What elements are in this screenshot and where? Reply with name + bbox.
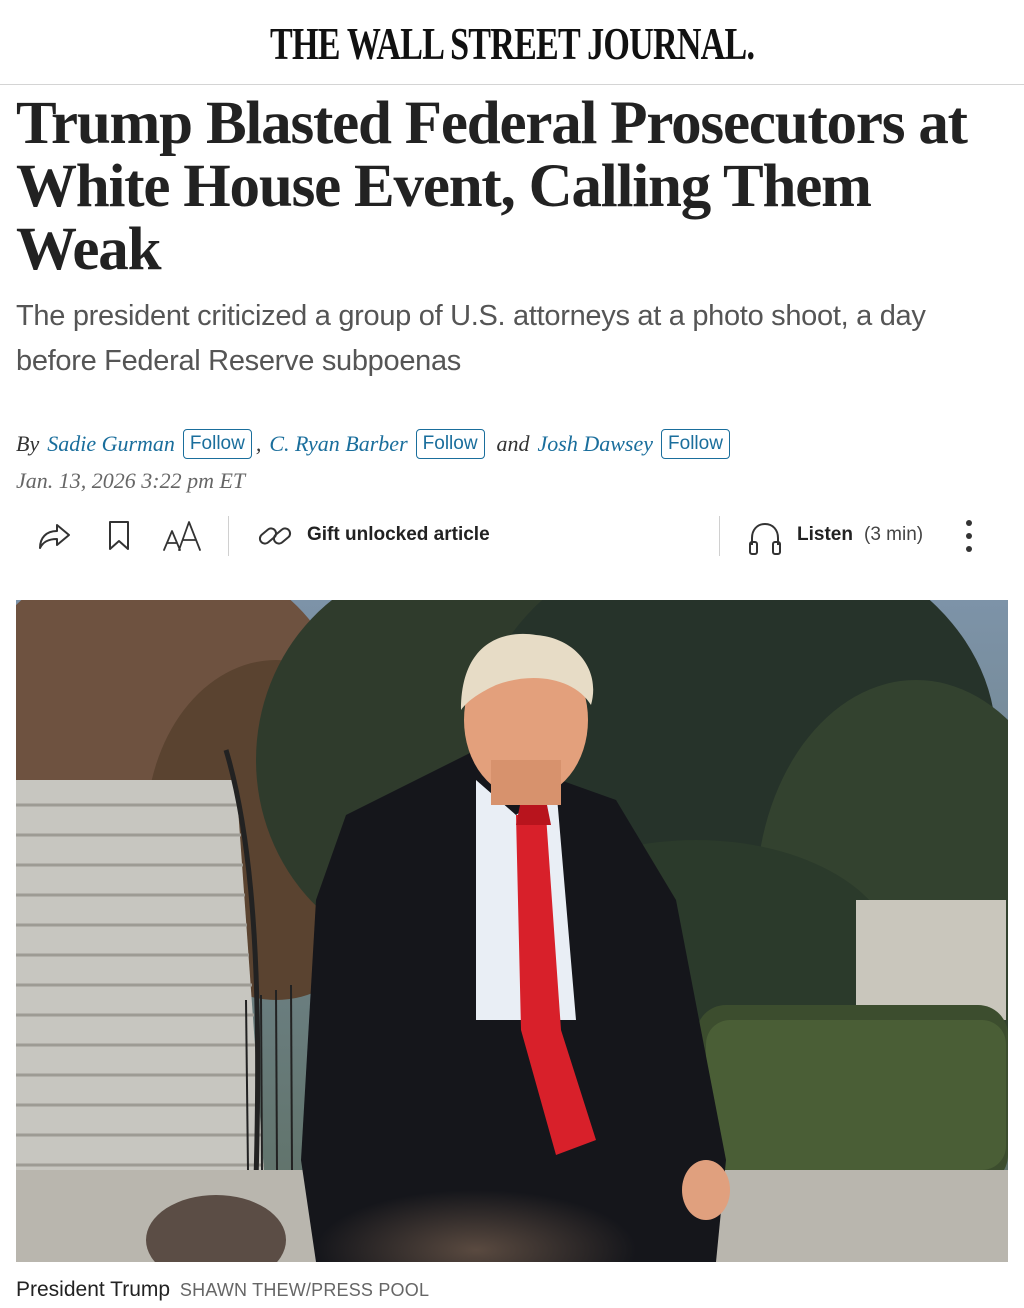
share-icon[interactable] [34,518,74,554]
link-icon[interactable] [256,518,294,554]
toolbar-divider [719,516,720,556]
toolbar-divider [228,516,229,556]
wsj-logo[interactable]: THE WALL STREET JOURNAL. [270,17,755,70]
photo-caption: President Trump SHAWN THEW/PRESS POOL [16,1278,429,1302]
article-dek: The president criticized a group of U.S.… [16,300,926,377]
author-link-sadie-gurman[interactable]: Sadie Gurman [47,431,175,457]
text-size-icon[interactable] [160,516,204,556]
caption-text: President Trump [16,1278,171,1301]
photo-illustration [16,600,1008,1262]
follow-button-josh-dawsey[interactable]: Follow [661,429,730,459]
article-toolbar: Gift unlocked article Listen (3 min) [0,510,1024,562]
listen-button[interactable]: Listen [797,524,853,546]
more-icon[interactable] [958,516,980,556]
byline: By Sadie Gurman Follow , C. Ryan Barber … [16,427,734,461]
headphones-icon[interactable] [746,518,784,558]
follow-button-sadie-gurman[interactable]: Follow [182,429,252,459]
masthead: THE WALL STREET JOURNAL. [0,0,1024,85]
follow-button-c-ryan-barber[interactable]: Follow [415,429,485,459]
byline-and: and [496,431,530,456]
article-headline: Trump Blasted Federal Prosecutors at Whi… [16,90,968,283]
article-hero-photo[interactable] [16,600,1008,1262]
gift-article-button[interactable]: Gift unlocked article [307,524,490,546]
byline-comma: , [255,431,262,456]
article-dateline: Jan. 13, 2026 3:22 pm ET [16,468,246,493]
bookmark-icon[interactable] [104,518,134,554]
photo-credit: SHAWN THEW/PRESS POOL [179,1280,430,1300]
author-link-josh-dawsey[interactable]: Josh Dawsey [538,431,653,457]
byline-prefix: By [16,431,40,456]
author-link-c-ryan-barber[interactable]: C. Ryan Barber [269,431,407,457]
listen-duration: (3 min) [864,524,924,545]
